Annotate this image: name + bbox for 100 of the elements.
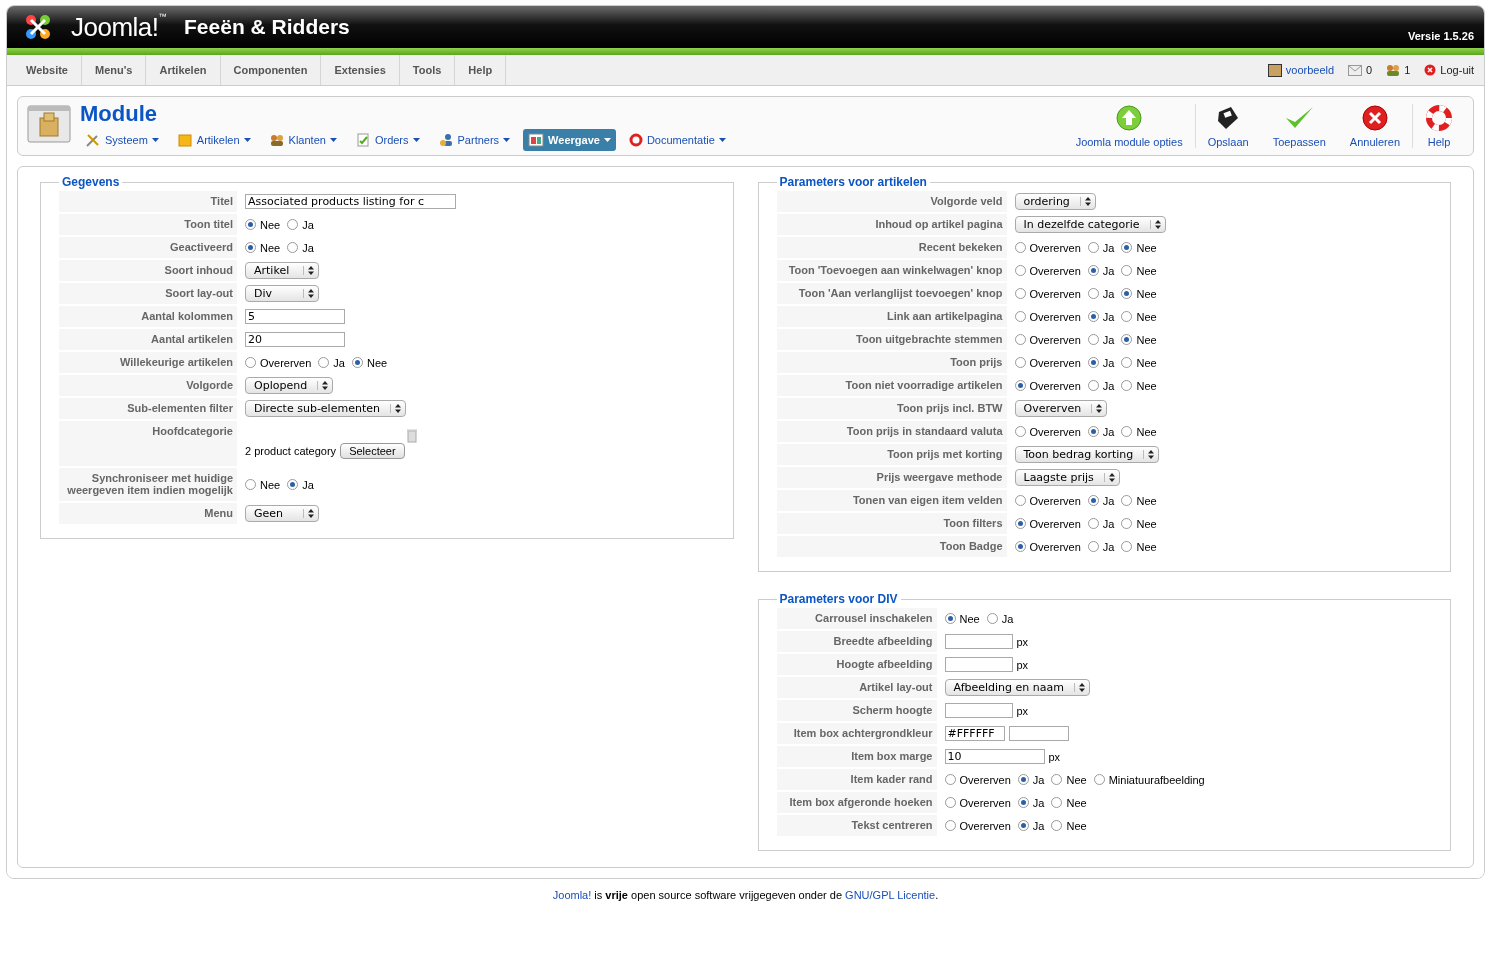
- toolbar-button[interactable]: Help: [1412, 104, 1465, 148]
- radio-button[interactable]: [944, 797, 956, 808]
- select-dropdown[interactable]: Afbeelding en naam: [944, 679, 1090, 696]
- menu-item[interactable]: Menu's: [82, 55, 147, 85]
- radio-option[interactable]: Overerven: [1014, 333, 1081, 346]
- radio-button[interactable]: [1017, 820, 1029, 831]
- radio-button[interactable]: [1087, 426, 1099, 437]
- radio-option[interactable]: Nee: [1121, 379, 1157, 392]
- radio-button[interactable]: [245, 242, 256, 253]
- radio-button[interactable]: [1087, 311, 1099, 322]
- radio-option[interactable]: Overerven: [1014, 517, 1081, 530]
- select-dropdown[interactable]: Directe sub-elementen: [245, 400, 406, 417]
- radio-option[interactable]: Nee: [1121, 333, 1157, 346]
- radio-option[interactable]: Nee: [1121, 310, 1157, 323]
- radio-button[interactable]: [944, 613, 956, 624]
- radio-option[interactable]: Nee: [1051, 796, 1087, 809]
- radio-option[interactable]: Nee: [352, 356, 388, 369]
- text-field[interactable]: 10: [944, 749, 1045, 764]
- radio-button[interactable]: [1087, 495, 1099, 506]
- radio-option[interactable]: Nee: [1121, 517, 1157, 530]
- radio-option[interactable]: Ja: [1017, 819, 1045, 832]
- radio-button[interactable]: [1121, 334, 1133, 345]
- radio-option[interactable]: Overerven: [1014, 310, 1081, 323]
- status-item[interactable]: 1: [1386, 64, 1411, 76]
- radio-option[interactable]: Overerven: [1014, 425, 1081, 438]
- radio-option[interactable]: Overerven: [1014, 356, 1081, 369]
- radio-option[interactable]: Overerven: [1014, 241, 1081, 254]
- radio-option[interactable]: Ja: [1087, 379, 1115, 392]
- radio-option[interactable]: Nee: [1121, 425, 1157, 438]
- radio-option[interactable]: Ja: [318, 356, 345, 369]
- toolbar-button[interactable]: Annuleren: [1337, 104, 1412, 148]
- color-field[interactable]: #FFFFFF: [944, 726, 1005, 741]
- select-dropdown[interactable]: Div: [245, 285, 319, 302]
- toolbar-button[interactable]: Opslaan: [1194, 104, 1261, 148]
- select-button[interactable]: Selecteer: [340, 442, 405, 459]
- text-field[interactable]: [944, 703, 1013, 718]
- radio-option[interactable]: Ja: [1087, 540, 1115, 553]
- radio-button[interactable]: [986, 613, 998, 624]
- radio-button[interactable]: [1014, 334, 1026, 345]
- radio-option[interactable]: Ja: [1087, 287, 1115, 300]
- select-dropdown[interactable]: In dezelfde categorie: [1014, 216, 1166, 233]
- radio-option[interactable]: Overerven: [1014, 264, 1081, 277]
- radio-button[interactable]: [1014, 426, 1026, 437]
- radio-option[interactable]: Overerven: [944, 796, 1011, 809]
- select-dropdown[interactable]: Geen: [245, 505, 319, 522]
- radio-button[interactable]: [1121, 311, 1133, 322]
- radio-button[interactable]: [1014, 518, 1026, 529]
- radio-option[interactable]: Ja: [1017, 796, 1045, 809]
- radio-button[interactable]: [1087, 518, 1099, 529]
- radio-button[interactable]: [245, 219, 256, 230]
- radio-button[interactable]: [287, 242, 299, 253]
- radio-button[interactable]: [1121, 265, 1133, 276]
- radio-option[interactable]: Overerven: [245, 356, 312, 369]
- radio-option[interactable]: Overerven: [944, 819, 1011, 832]
- submenu-tab[interactable]: Systeem: [80, 129, 164, 151]
- radio-button[interactable]: [1087, 265, 1099, 276]
- radio-option[interactable]: Ja: [1087, 425, 1115, 438]
- radio-option[interactable]: Overerven: [1014, 494, 1081, 507]
- radio-option[interactable]: Ja: [1087, 241, 1115, 254]
- radio-button[interactable]: [1051, 774, 1063, 785]
- text-field[interactable]: Associated products listing for c: [245, 194, 456, 209]
- menu-item[interactable]: Website: [13, 55, 82, 85]
- radio-button[interactable]: [1121, 518, 1133, 529]
- radio-option[interactable]: Overerven: [944, 773, 1011, 786]
- radio-button[interactable]: [1121, 357, 1133, 368]
- radio-option[interactable]: Ja: [1087, 310, 1115, 323]
- select-dropdown[interactable]: Overerven: [1014, 400, 1108, 417]
- radio-option[interactable]: Ja: [1087, 333, 1115, 346]
- radio-button[interactable]: [1014, 288, 1026, 299]
- radio-button[interactable]: [1051, 797, 1063, 808]
- radio-option[interactable]: Ja: [1087, 264, 1115, 277]
- submenu-tab[interactable]: Klanten: [263, 129, 342, 151]
- toolbar-button[interactable]: Toepassen: [1260, 104, 1338, 148]
- select-dropdown[interactable]: Artikel: [245, 262, 319, 279]
- color-preview-field[interactable]: [1008, 726, 1069, 741]
- select-dropdown[interactable]: Laagste prijs: [1014, 469, 1120, 486]
- menu-item[interactable]: Componenten: [220, 55, 322, 85]
- radio-option[interactable]: Nee: [1121, 494, 1157, 507]
- radio-button[interactable]: [318, 357, 330, 368]
- radio-button[interactable]: [1014, 311, 1026, 322]
- select-dropdown[interactable]: ordering: [1014, 193, 1096, 210]
- menu-item[interactable]: Artikelen: [146, 55, 221, 85]
- status-item[interactable]: 0: [1348, 64, 1373, 76]
- radio-button[interactable]: [1087, 357, 1099, 368]
- radio-option[interactable]: Ja: [287, 241, 314, 254]
- menu-item[interactable]: Extensies: [321, 55, 400, 85]
- status-item[interactable]: voorbeeld: [1267, 63, 1335, 77]
- select-dropdown[interactable]: Toon bedrag korting: [1014, 446, 1160, 463]
- submenu-tab[interactable]: Documentatie: [623, 129, 731, 151]
- text-field[interactable]: [944, 657, 1013, 672]
- radio-button[interactable]: [1121, 541, 1133, 552]
- radio-button[interactable]: [1051, 820, 1063, 831]
- radio-button[interactable]: [1014, 495, 1026, 506]
- radio-option[interactable]: Ja: [1087, 494, 1115, 507]
- radio-button[interactable]: [944, 820, 956, 831]
- radio-button[interactable]: [1087, 380, 1099, 391]
- radio-option[interactable]: Nee: [1051, 819, 1087, 832]
- radio-option[interactable]: Nee: [1121, 287, 1157, 300]
- radio-button[interactable]: [1014, 541, 1026, 552]
- radio-button[interactable]: [1014, 380, 1026, 391]
